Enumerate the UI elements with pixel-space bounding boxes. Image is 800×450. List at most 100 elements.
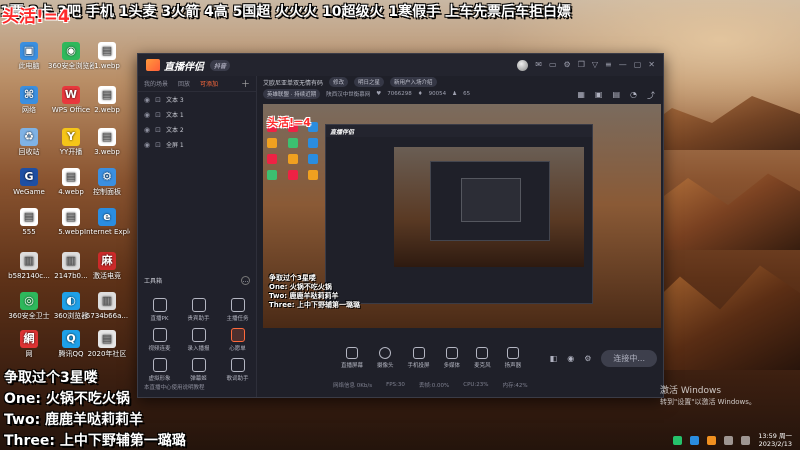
share-icon[interactable]: ⤴ [647, 90, 655, 101]
visibility-eye-icon[interactable]: ◉ [144, 126, 150, 134]
tool-pk[interactable]: 直播PK [140, 298, 179, 322]
preview-overlay-line: One: 火锅不吃火锅 [269, 283, 332, 291]
title-toolbar: ✉ ▭ ⚙ ❒ ▽ ≡ — ▢ ✕ [517, 59, 655, 71]
lock-icon[interactable]: ⊡ [155, 126, 161, 134]
announcement-link[interactable]: 本直播中心使用说明教程 [144, 383, 205, 391]
tool-danmaku[interactable]: 弹幕姬 [179, 358, 218, 382]
user-avatar[interactable] [517, 59, 529, 71]
volume-tray-icon[interactable] [741, 435, 751, 445]
menu-icon[interactable]: ≡ [605, 60, 612, 70]
newcomer-button[interactable]: 新用户入场介绍 [390, 77, 437, 87]
network-icon: ⌘ [20, 86, 38, 104]
maximize-icon[interactable]: ▢ [634, 60, 642, 70]
recycle-icon: ♻ [20, 128, 38, 146]
edit-title-button[interactable]: 修改 [329, 77, 349, 87]
visibility-eye-icon[interactable]: ◉ [144, 96, 150, 104]
desktop-icon-label: 360安全卫士 [8, 312, 50, 320]
settings-gear-icon[interactable]: ⚙ [584, 354, 591, 363]
webp-5-icon: ▤ [62, 208, 80, 226]
btn-speaker[interactable]: 扬声器 [505, 347, 521, 369]
tab-replay[interactable]: 回放 [178, 79, 190, 88]
source-item[interactable]: ◉ ⊡ 文本 2 [138, 122, 256, 137]
desktop-icon-this-pc[interactable]: ▣ 此电脑 [6, 42, 52, 70]
version-badge[interactable]: 抖音 [210, 59, 231, 71]
desktop-icon-mahjong[interactable]: 麻激活电竞 [84, 252, 130, 280]
lock-icon[interactable]: ⊡ [155, 96, 161, 104]
watermark-title: 激活 Windows [660, 386, 722, 396]
network-tray-icon[interactable] [724, 435, 734, 445]
tab-my-scenes[interactable]: 我的场景 [144, 79, 168, 88]
gift-icon[interactable]: ❒ [578, 60, 585, 70]
stream-preview[interactable]: 直播伴侣 争取过个3星喽 One: 火锅不吃火锅 Two: 鹿鹿羊哒莉莉羊 Three… [263, 104, 661, 328]
visibility-eye-icon[interactable]: ◉ [144, 141, 150, 149]
toolbox-header: 工具箱 … [144, 276, 250, 285]
source-item[interactable]: ◉ ⊡ 全屏 1 [138, 137, 256, 152]
multi-icon [445, 347, 458, 359]
tool-pk-icon [152, 298, 167, 312]
likes-icon: ♦ [417, 91, 423, 97]
tool-host[interactable]: 主播任务 [218, 298, 257, 322]
btn-stream-screen[interactable]: 直播屏幕 [341, 347, 363, 369]
btn-multi[interactable]: 多媒体 [444, 347, 460, 369]
close-icon[interactable]: ✕ [648, 60, 655, 70]
tool-avatar[interactable]: 虚拟形象 [140, 358, 179, 382]
bell-icon[interactable]: ◔ [630, 90, 637, 101]
share-screen-icon[interactable]: ▣ [595, 90, 603, 101]
shield-icon[interactable]: ▽ [592, 60, 598, 70]
btn-mic[interactable]: 麦克风 [474, 347, 491, 369]
category-tag[interactable]: 英雄联盟 · 持续近期 [263, 89, 321, 99]
app-logo: 直播伴侣 抖音 [146, 58, 231, 73]
desktop-icon-img-1[interactable]: ▥ b582140c... [6, 252, 52, 280]
visibility-eye-icon[interactable]: ◉ [144, 111, 150, 119]
desktop-icon-img-3[interactable]: ▥ 5734b66a... [84, 292, 130, 320]
desktop-icon-webp-2[interactable]: ▤ 2.webp [84, 86, 130, 114]
settings-icon[interactable]: ⚙ [564, 60, 571, 70]
desktop-icon-community[interactable]: ▤ 2020年社区 [84, 330, 130, 358]
game-tag-button[interactable]: 明日之星 [354, 77, 385, 87]
tool-host-icon [230, 298, 245, 312]
source-label: 文本 1 [165, 112, 184, 119]
desktop-icon-webp-1[interactable]: ▤ 1.webp [84, 42, 130, 70]
counter-overlay: 头活!=4 [2, 7, 70, 27]
source-item[interactable]: ◉ ⊡ 文本 3 [138, 92, 256, 107]
app-tray-icon[interactable] [707, 435, 717, 445]
layout-icon[interactable]: ▤ [612, 90, 620, 101]
stream-title: 艾欧尼亚单双无情有码 [263, 79, 324, 87]
wechat-tray-icon[interactable] [673, 435, 683, 445]
desktop-icon-360-safe[interactable]: ◎ 360安全卫士 [6, 292, 52, 320]
tool-lianmai[interactable]: 贵宾助手 [179, 298, 218, 322]
desktop-icon-control[interactable]: ⚙ 控制面板 [84, 168, 130, 196]
desktop-icon-wangyi[interactable]: 網网 [6, 330, 52, 358]
app-logo-icon [146, 59, 160, 71]
tool-song[interactable]: 歌词助手 [218, 358, 257, 382]
lock-icon[interactable]: ⊡ [155, 111, 161, 119]
taskbar-clock[interactable]: 13:59 周一 2023/2/13 [758, 432, 792, 448]
preview-eye-icon[interactable]: ◉ [567, 354, 574, 363]
source-item[interactable]: ◉ ⊡ 文本 1 [138, 107, 256, 122]
toolbox-more-icon[interactable]: … [241, 276, 250, 285]
qq-tray-icon[interactable] [690, 435, 700, 445]
desktop-icon-555[interactable]: ▤ 555 [6, 208, 52, 236]
tab-addable[interactable]: 可添加 [200, 79, 218, 88]
desktop-icon-recycle[interactable]: ♻ 回收站 [6, 128, 52, 156]
screen-icon[interactable]: ▭ [549, 60, 557, 70]
lock-icon[interactable]: ⊡ [155, 141, 161, 149]
btn-camera[interactable]: 摄像头 [377, 347, 394, 369]
tool-wish[interactable]: 心愿单 [218, 328, 257, 352]
mail-icon[interactable]: ✉ [535, 60, 542, 70]
minimize-icon[interactable]: — [619, 60, 627, 70]
community-icon: ▤ [98, 330, 116, 348]
desktop-icon-network[interactable]: ⌘ 网络 [6, 86, 52, 114]
go-live-button[interactable]: 连接中... [601, 349, 657, 367]
record-icon[interactable]: ◧ [550, 354, 558, 363]
wps-icon: W [62, 86, 80, 104]
desktop-icon-wegame[interactable]: G WeGame [6, 168, 52, 196]
gift-box-icon[interactable]: ▦ [577, 90, 585, 101]
preview-overlay-line: Three: 上中下野辅第一璐璐 [269, 301, 360, 309]
tool-video[interactable]: 视频连麦 [140, 328, 179, 352]
desktop-icon-webp-3[interactable]: ▤ 3.webp [84, 128, 130, 156]
btn-phone[interactable]: 手机投屏 [408, 347, 430, 369]
desktop-icon-ie[interactable]: e Internet Explorer [84, 208, 130, 236]
add-scene-icon[interactable]: ＋ [241, 77, 250, 90]
tool-import[interactable]: 录入播报 [179, 328, 218, 352]
